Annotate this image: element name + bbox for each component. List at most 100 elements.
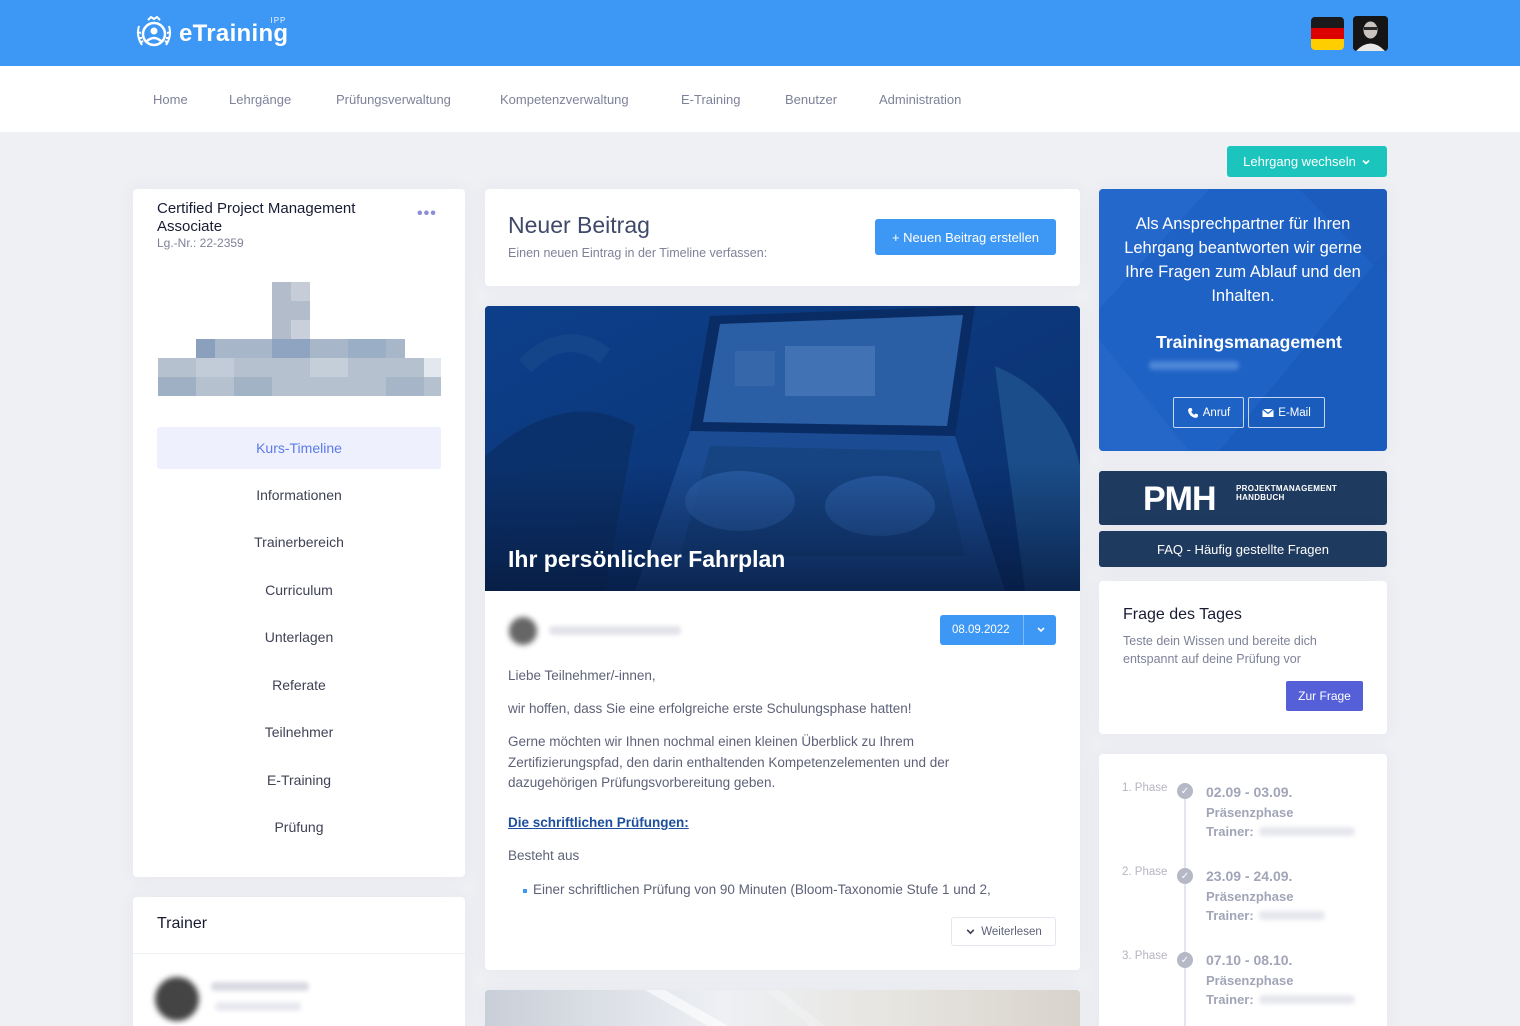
new-post-title: Neuer Beitrag <box>508 212 650 238</box>
flag-stripe-red <box>1311 28 1344 39</box>
course-card: Certified Project Management Associate L… <box>133 189 465 877</box>
next-post-image-partial[interactable] <box>485 990 1080 1026</box>
course-title: Certified Project Management Associate <box>157 200 356 235</box>
timeline-post: Ihr persönlicher Fahrplan 08.09.2022 Lie… <box>485 306 1080 970</box>
trainer-name-blurred <box>211 982 309 991</box>
post-paragraph: Gerne möchten wir Ihnen nochmal einen kl… <box>508 734 950 790</box>
call-button[interactable]: Anruf <box>1173 397 1244 428</box>
switch-course-label: Lehrgang wechseln <box>1243 154 1356 169</box>
side-item-kurs-timeline[interactable]: Kurs-Timeline <box>157 427 441 469</box>
chevron-down-icon <box>966 929 975 935</box>
phase-dates: 02.09 - 03.09. <box>1206 784 1293 800</box>
contact-role: Trainingsmanagement <box>1156 332 1342 352</box>
phase-timeline-card: 1. Phase ✓ 02.09 - 03.09. Präsenzphase T… <box>1099 754 1387 1026</box>
to-question-button[interactable]: Zur Frage <box>1286 681 1363 711</box>
top-header: eTraining IPP <box>0 0 1520 66</box>
divider <box>133 953 465 954</box>
post-consists: Besteht aus <box>508 848 580 863</box>
side-item-e-training[interactable]: E-Training <box>157 759 441 801</box>
side-item-unterlagen[interactable]: Unterlagen <box>157 616 441 658</box>
new-post-card: Neuer Beitrag Einen neuen Eintrag in der… <box>485 189 1080 286</box>
flag-stripe-gold <box>1311 39 1344 50</box>
main-navigation: Home Lehrgänge Prüfungsverwaltung Kompet… <box>0 66 1520 132</box>
phase-dates: 07.10 - 08.10. <box>1206 952 1293 968</box>
switch-course-button[interactable]: Lehrgang wechseln <box>1227 146 1387 177</box>
side-item-referate[interactable]: Referate <box>157 664 441 706</box>
email-button[interactable]: E-Mail <box>1248 397 1325 428</box>
nav-administration[interactable]: Administration <box>879 92 961 107</box>
side-item-teilnehmer[interactable]: Teilnehmer <box>157 711 441 753</box>
nav-pruefungsverwaltung[interactable]: Prüfungsverwaltung <box>336 92 451 107</box>
laurel-emblem-icon <box>136 15 172 47</box>
email-label: E-Mail <box>1278 406 1311 419</box>
faq-button[interactable]: FAQ - Häufig gestellte Fragen <box>1099 531 1387 567</box>
trainer-card: Trainer <box>133 897 465 1026</box>
create-post-button[interactable]: + Neuen Beitrag erstellen <box>875 219 1056 255</box>
post-hero-image[interactable]: Ihr persönlicher Fahrplan <box>485 306 1080 591</box>
phase-type: Präsenzphase <box>1206 805 1294 820</box>
written-exams-link[interactable]: Die schriftlichen Prüfungen: <box>508 815 689 830</box>
nav-e-training[interactable]: E-Training <box>681 92 740 107</box>
quiz-title: Frage des Tages <box>1123 606 1242 623</box>
contact-phone-blurred <box>1149 361 1239 370</box>
side-item-informationen[interactable]: Informationen <box>157 474 441 516</box>
envelope-icon <box>1262 408 1275 417</box>
check-circle-icon: ✓ <box>1177 783 1193 799</box>
chevron-down-icon <box>1362 159 1370 165</box>
nav-lehrgaenge[interactable]: Lehrgänge <box>229 92 291 107</box>
check-circle-icon: ✓ <box>1177 952 1193 968</box>
phase-trainer-name-blurred <box>1259 911 1325 920</box>
post-bullet-item: Einer schriftlichen Prüfung von 90 Minut… <box>523 882 1053 897</box>
phase-type: Präsenzphase <box>1206 973 1294 988</box>
read-more-button[interactable]: Weiterlesen <box>951 917 1056 946</box>
new-post-subtitle: Einen neuen Eintrag in der Timeline verf… <box>508 246 768 260</box>
more-horizontal-icon[interactable]: ••• <box>417 205 437 223</box>
question-of-the-day-card: Frage des Tages Teste dein Wissen und be… <box>1099 581 1387 734</box>
phase-trainer-name-blurred <box>1259 995 1355 1004</box>
phase-label: 3. Phase <box>1122 950 1168 962</box>
call-label: Anruf <box>1202 406 1231 419</box>
pmh-subtitle-line: HANDBUCH <box>1236 493 1285 502</box>
contact-card: Als Ansprechpartner für Ihren Lehrgang b… <box>1099 189 1387 451</box>
phase-trainer-label: Trainer: <box>1206 908 1254 923</box>
phase-label: 2. Phase <box>1122 866 1168 878</box>
etraining-logo[interactable]: eTraining IPP <box>133 14 288 54</box>
post-paragraph: wir hoffen, dass Sie eine erfolgreiche e… <box>508 701 912 716</box>
phase-trainer-label: Trainer: <box>1206 992 1254 1007</box>
course-logo-pixelated <box>158 282 441 396</box>
logo-wordmark: eTraining IPP <box>179 16 288 48</box>
post-date: 08.09.2022 <box>952 624 1010 636</box>
side-item-pruefung[interactable]: Prüfung <box>157 806 441 848</box>
text-fade-overlay <box>485 898 1080 918</box>
post-author-name-blurred <box>549 626 681 635</box>
flag-stripe-black <box>1311 17 1344 28</box>
post-greeting: Liebe Teilnehmer/-innen, <box>508 668 656 683</box>
course-number: Lg.-Nr.: 22-2359 <box>157 236 244 250</box>
trainer-role-blurred <box>215 1002 301 1011</box>
side-item-trainerbereich[interactable]: Trainerbereich <box>157 521 441 563</box>
quiz-subtitle: Teste dein Wissen und bereite dich entsp… <box>1123 634 1317 666</box>
post-author-avatar-blurred[interactable] <box>509 617 537 645</box>
post-hero-title: Ihr persönlicher Fahrplan <box>508 546 786 572</box>
side-item-curriculum[interactable]: Curriculum <box>157 569 441 611</box>
pmh-subtitle: PROJEKTMANAGEMENT HANDBUCH <box>1236 484 1337 502</box>
user-avatar[interactable] <box>1353 16 1388 51</box>
nav-benutzer[interactable]: Benutzer <box>785 92 837 107</box>
pmh-subtitle-line: PROJEKTMANAGEMENT <box>1236 484 1338 493</box>
trainer-avatar-blurred[interactable] <box>155 977 199 1021</box>
post-date-dropdown[interactable]: 08.09.2022 <box>940 615 1056 645</box>
nav-kompetenzverwaltung[interactable]: Kompetenzverwaltung <box>500 92 629 107</box>
trainer-title: Trainer <box>157 915 208 932</box>
nav-home[interactable]: Home <box>153 92 188 107</box>
phase-dates: 23.09 - 24.09. <box>1206 868 1293 884</box>
user-photo-icon <box>1353 16 1388 51</box>
language-flag-de[interactable] <box>1311 17 1344 50</box>
chevron-down-icon <box>1037 627 1045 633</box>
phase-trainer-name-blurred <box>1259 827 1355 836</box>
check-circle-icon: ✓ <box>1177 868 1193 884</box>
phase-trainer-label: Trainer: <box>1206 824 1254 839</box>
divider <box>1023 615 1024 645</box>
pmh-logo: PMH <box>1143 480 1217 518</box>
next-post-image <box>645 990 825 1026</box>
pmh-handbook-banner[interactable]: PMH PROJEKTMANAGEMENT HANDBUCH <box>1099 471 1387 525</box>
